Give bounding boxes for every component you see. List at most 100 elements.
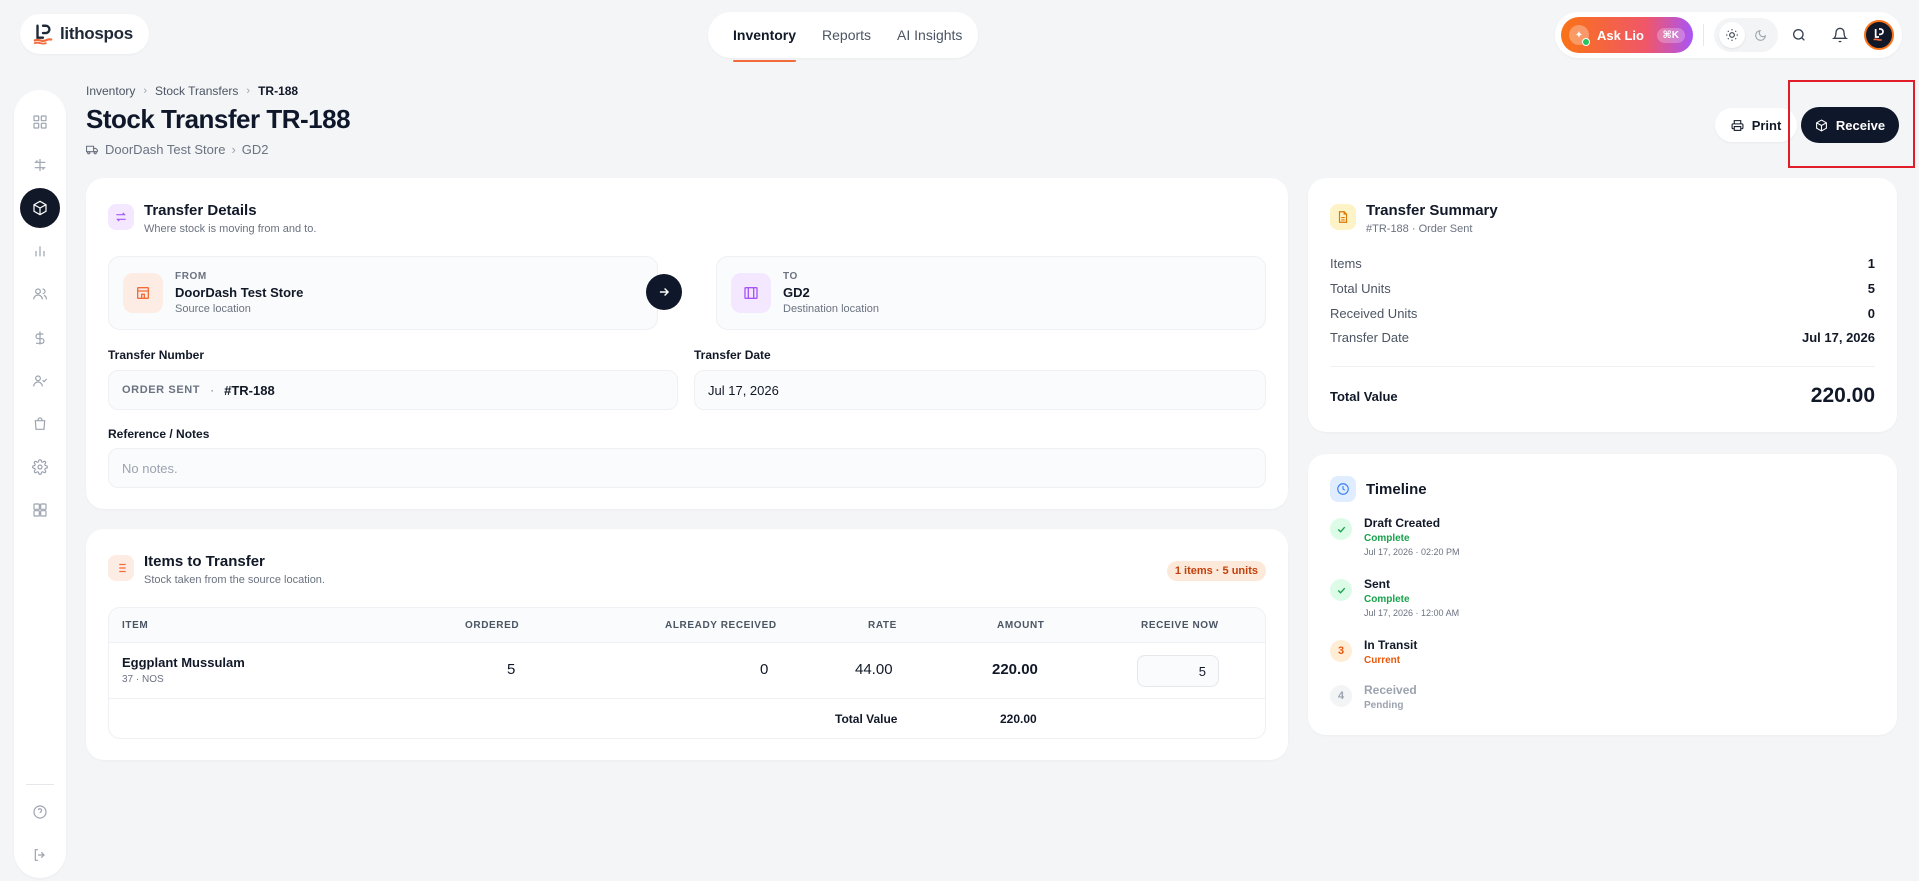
user-check-icon: [33, 375, 48, 387]
sidebar-item-reports[interactable]: [20, 231, 60, 271]
toolbar-divider: [1703, 24, 1704, 46]
sidebar-item-apps[interactable]: [20, 490, 60, 530]
breadcrumb-inventory[interactable]: Inventory: [86, 84, 135, 98]
breadcrumb-stock-transfers[interactable]: Stock Transfers: [155, 84, 238, 98]
print-button[interactable]: Print: [1715, 108, 1797, 142]
summary-key: Items: [1330, 256, 1362, 271]
tab-reports[interactable]: Reports: [809, 12, 884, 58]
sidebar-item-customers[interactable]: [20, 274, 60, 314]
summary-row-transfer-date: Transfer Date Jul 17, 2026: [1330, 330, 1875, 345]
timeline-header: Timeline: [1330, 476, 1427, 502]
truck-icon: [86, 145, 98, 155]
transfer-summary-card: Transfer Summary #TR-188 · Order Sent It…: [1308, 178, 1897, 432]
transfer-details-subtitle: Where stock is moving from and to.: [144, 223, 317, 235]
transfer-number-value: #TR-188: [224, 382, 275, 398]
timeline-card: Timeline Draft Created Complete Jul 17, …: [1308, 454, 1897, 735]
bell-icon[interactable]: [1820, 15, 1860, 55]
summary-value: Jul 17, 2026: [1802, 330, 1875, 345]
ask-lio-button[interactable]: ✦ Ask Lio ⌘K: [1561, 17, 1693, 53]
print-label: Print: [1751, 117, 1782, 133]
store-icon: [123, 273, 163, 313]
clock-icon: [1330, 476, 1356, 502]
receive-label: Receive: [1835, 117, 1886, 133]
item-amount: 220.00: [992, 661, 1038, 678]
column-amount: AMOUNT: [997, 620, 1045, 631]
route-from: DoorDash Test Store: [105, 142, 226, 157]
summary-key: Received Units: [1330, 306, 1418, 321]
step-time: Jul 17, 2026 · 12:00 AM: [1364, 608, 1460, 618]
sidebar-item-help[interactable]: [20, 792, 60, 832]
receive-button[interactable]: Receive: [1801, 107, 1899, 143]
summary-divider: [1330, 366, 1875, 367]
transfer-date-field[interactable]: Jul 17, 2026: [694, 370, 1266, 410]
moon-icon[interactable]: [1747, 22, 1773, 48]
sun-icon[interactable]: [1719, 22, 1745, 48]
summary-subtitle: #TR-188 · Order Sent: [1366, 223, 1473, 235]
route-to: GD2: [241, 142, 269, 157]
column-item: ITEM: [122, 620, 149, 631]
sidebar-item-dashboard[interactable]: [20, 102, 60, 142]
sparkle-icon: ✦: [1569, 25, 1590, 46]
table-header: ITEM ORDERED ALREADY RECEIVED RATE AMOUN…: [109, 608, 1265, 643]
to-location: TO GD2 Destination location: [716, 256, 1266, 330]
printer-icon: [1731, 119, 1744, 131]
items-subtitle: Stock taken from the source location.: [144, 574, 325, 586]
item-sub: 37 · NOS: [122, 674, 164, 685]
customers-icon: [33, 288, 47, 300]
step-name: Received: [1364, 683, 1417, 697]
summary-title: Transfer Summary: [1366, 202, 1498, 219]
step-time: Jul 17, 2026 · 02:20 PM: [1364, 547, 1460, 557]
sidebar-item-finance[interactable]: [20, 318, 60, 358]
chevron-right-icon: ›: [143, 85, 148, 97]
tab-inventory[interactable]: Inventory: [720, 12, 809, 62]
item-rate: 44.00: [855, 661, 893, 678]
sidebar-item-logout[interactable]: [20, 835, 60, 875]
items-header: Items to Transfer Stock taken from the s…: [108, 553, 325, 586]
breadcrumb: Inventory › Stock Transfers › TR-188: [86, 84, 298, 98]
theme-toggle[interactable]: [1714, 18, 1778, 52]
sidebar-item-pos[interactable]: [20, 145, 60, 185]
help-icon: [33, 805, 47, 819]
dashboard-icon: [33, 115, 47, 129]
transfer-details-title: Transfer Details: [144, 202, 257, 219]
item-already-received: 0: [760, 661, 769, 678]
step-name: Draft Created: [1364, 516, 1441, 530]
user-avatar[interactable]: [1864, 20, 1894, 50]
summary-total-row: Total Value 220.00: [1330, 384, 1875, 408]
tab-ai-insights[interactable]: AI Insights: [884, 12, 975, 58]
chevron-right-icon: ›: [246, 85, 251, 97]
check-icon: [1330, 579, 1352, 601]
table-row: Eggplant Mussulam 37 · NOS 5 0 44.00 220…: [109, 643, 1265, 699]
from-sub: Source location: [175, 303, 251, 315]
list-icon: [108, 555, 134, 581]
step-status: Pending: [1364, 700, 1404, 711]
status-separator: ·: [210, 383, 215, 397]
summary-total-label: Total Value: [1330, 388, 1398, 404]
from-kicker: FROM: [175, 271, 207, 282]
search-icon[interactable]: [1779, 15, 1819, 55]
chevron-right-icon: ›: [231, 142, 236, 157]
summary-value: 5: [1867, 281, 1875, 296]
sidebar-item-inventory[interactable]: [20, 188, 60, 228]
transfer-number-field: ORDER SENT · #TR-188: [108, 370, 678, 410]
notes-field[interactable]: No notes.: [108, 448, 1266, 488]
items-title: Items to Transfer: [144, 553, 265, 570]
shopping-bag-icon: [34, 417, 46, 430]
avatar-logo-icon: [1873, 28, 1884, 41]
document-icon: [1330, 204, 1356, 230]
sidebar-divider: [26, 784, 54, 785]
apps-icon: [33, 503, 47, 517]
sidebar-item-store[interactable]: [20, 404, 60, 444]
top-nav: Inventory Reports AI Insights: [708, 12, 978, 62]
table-total-label: Total Value: [835, 712, 898, 726]
sidebar-item-settings[interactable]: [20, 447, 60, 487]
sidebar-item-staff[interactable]: [20, 361, 60, 401]
summary-row-received-units: Received Units 0: [1330, 306, 1875, 321]
receive-now-input[interactable]: 5: [1137, 655, 1219, 687]
warehouse-icon: [731, 273, 771, 313]
app-logo[interactable]: lithospos: [20, 14, 149, 54]
step-status: Complete: [1364, 533, 1410, 544]
page-title: Stock Transfer TR-188: [86, 104, 351, 134]
step-status: Current: [1364, 655, 1401, 666]
to-sub: Destination location: [783, 303, 880, 315]
